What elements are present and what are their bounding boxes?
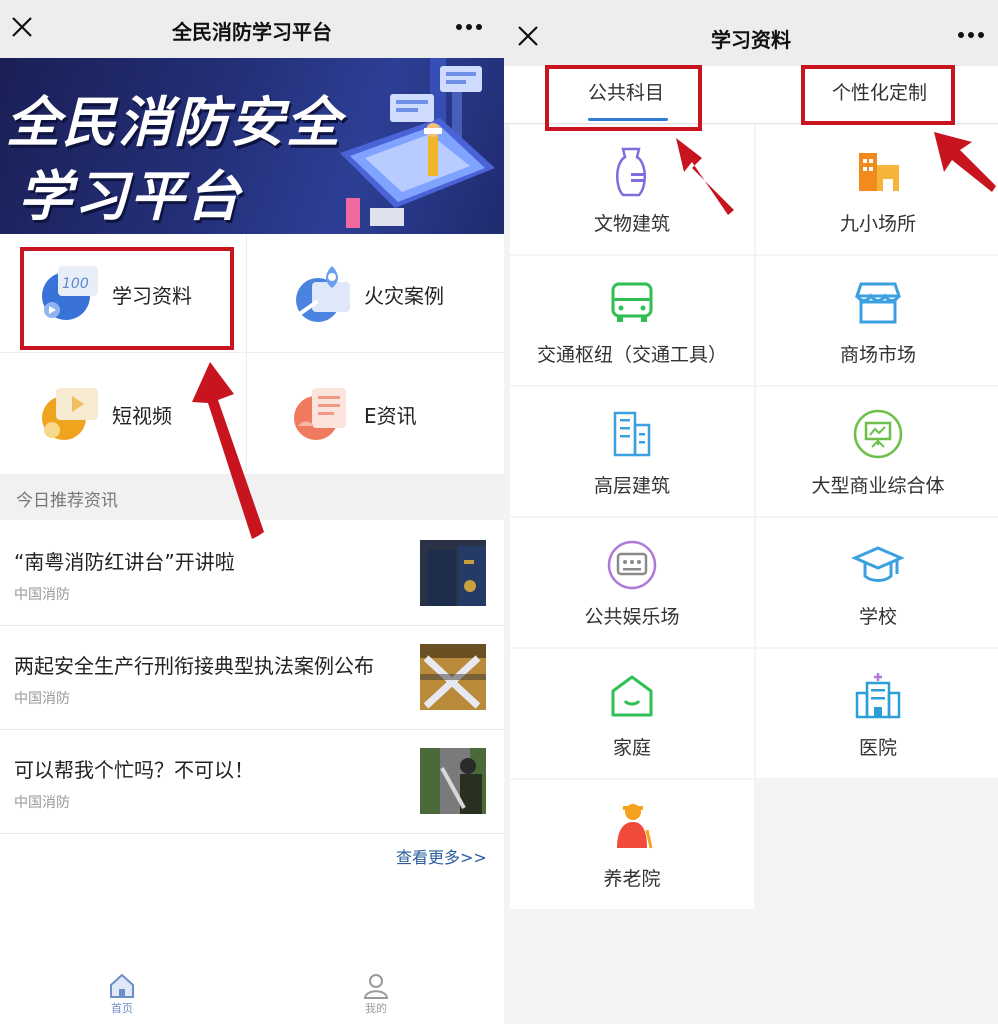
category-commercial-complex[interactable]: 大型商业综合体 — [756, 387, 998, 516]
entertainment-icon — [607, 540, 657, 590]
tab-mine[interactable]: 我的 — [346, 972, 406, 1022]
menu-item-study-materials[interactable]: 100 学习资料 — [0, 234, 246, 352]
category-school[interactable]: 学校 — [756, 518, 998, 647]
menu-label: 火灾案例 — [364, 284, 444, 308]
news-item[interactable]: 两起安全生产行刑衔接典型执法案例公布 中国消防 — [0, 626, 504, 730]
more-options-icon[interactable] — [958, 32, 986, 40]
news-source: 中国消防 — [14, 587, 70, 603]
category-label: 文物建筑 — [593, 213, 670, 235]
menu-item-e-news[interactable]: E资讯 — [252, 354, 498, 472]
hospital-icon — [855, 673, 901, 719]
category-cultural-relic-buildings[interactable]: 文物建筑 — [510, 125, 754, 254]
elderly-person-icon — [617, 804, 653, 849]
category-family[interactable]: 家庭 — [510, 649, 754, 778]
high-rise-icon — [613, 411, 651, 457]
small-shops-icon — [859, 153, 899, 191]
bottom-tab-bar: 首页 我的 — [0, 966, 504, 1024]
home-icon — [611, 675, 653, 717]
news-thumbnail-icon — [420, 540, 486, 606]
study-materials-icon: 100 — [42, 266, 98, 320]
category-label: 养老院 — [603, 868, 661, 890]
news-title: 两起安全生产行刑衔接典型执法案例公布 — [14, 654, 374, 678]
feature-menu: 100 学习资料 火灾案例 短视频 E资讯 — [0, 234, 504, 472]
presentation-icon — [853, 409, 903, 459]
category-high-rise[interactable]: 高层建筑 — [510, 387, 754, 516]
more-options-icon[interactable] — [456, 24, 484, 32]
menu-divider — [246, 234, 247, 472]
category-public-entertainment[interactable]: 公共娱乐场 — [510, 518, 754, 647]
home-tab-icon — [110, 973, 134, 998]
segment-tabs: 公共科目 个性化定制 — [504, 66, 998, 124]
category-nine-small-places[interactable]: 九小场所 — [756, 125, 998, 254]
category-label: 医院 — [858, 737, 897, 759]
category-transport-hub[interactable]: 交通枢纽（交通工具） — [510, 256, 754, 385]
fire-case-icon — [296, 266, 350, 322]
graduation-cap-icon — [851, 546, 905, 582]
page-title: 学习资料 — [711, 28, 791, 52]
banner-title-line2: 学习平台 — [18, 165, 242, 228]
promo-banner[interactable]: 全民消防安全 学习平台 — [0, 58, 504, 234]
category-label: 学校 — [858, 606, 897, 628]
section-title: 今日推荐资讯 — [16, 491, 118, 511]
top-bar: 全民消防学习平台 — [0, 0, 504, 58]
top-bar: 学习资料 — [504, 0, 998, 66]
category-label: 大型商业综合体 — [811, 475, 945, 497]
menu-item-short-videos[interactable]: 短视频 — [0, 354, 246, 472]
news-item[interactable]: 可以帮我个忙吗？不可以！ 中国消防 — [0, 730, 504, 834]
category-hospital[interactable]: 医院 — [756, 649, 998, 778]
tab-public-subjects[interactable]: 公共科目 — [588, 78, 664, 105]
view-more-link[interactable]: 查看更多>> — [396, 844, 487, 868]
vase-icon — [616, 147, 646, 197]
news-title: 可以帮我个忙吗？不可以！ — [14, 758, 254, 782]
news-title: “南粤消防红讲台”开讲啦 — [14, 550, 235, 574]
section-header: 今日推荐资讯 — [0, 474, 504, 520]
right-screen: 学习资料 公共科目 个性化定制 文物建筑 九小场所 交通枢纽（交通工具） 商场市… — [504, 0, 998, 1024]
left-screen: 全民消防学习平台 全民消防安全 学习平台 100 学习资料 火灾案例 短视频 E… — [0, 0, 504, 1024]
news-thumbnail-icon — [420, 644, 486, 710]
news-item[interactable]: “南粤消防红讲台”开讲啦 中国消防 — [0, 522, 504, 626]
user-tab-icon — [363, 974, 389, 999]
category-label: 高层建筑 — [593, 475, 670, 497]
e-news-icon — [294, 388, 346, 440]
menu-divider — [0, 352, 504, 353]
active-tab-indicator — [588, 118, 668, 121]
menu-label: E资讯 — [364, 404, 417, 428]
store-icon — [854, 282, 902, 324]
category-label: 家庭 — [612, 737, 651, 759]
category-nursing-home[interactable]: 养老院 — [510, 780, 754, 909]
tab-label: 首页 — [111, 1002, 133, 1015]
category-label: 公共娱乐场 — [584, 606, 680, 628]
news-source: 中国消防 — [14, 691, 70, 707]
news-source: 中国消防 — [14, 795, 70, 811]
menu-label: 学习资料 — [112, 284, 192, 308]
category-malls-markets[interactable]: 商场市场 — [756, 256, 998, 385]
banner-title-line1: 全民消防安全 — [6, 91, 342, 154]
app-title: 全民消防学习平台 — [172, 20, 332, 44]
phone-illustration-icon — [340, 58, 495, 228]
short-video-icon — [42, 388, 98, 440]
svg-text:100: 100 — [62, 276, 89, 292]
category-label: 商场市场 — [839, 344, 916, 366]
menu-label: 短视频 — [112, 404, 172, 428]
category-label: 交通枢纽（交通工具） — [536, 344, 727, 366]
category-label: 九小场所 — [839, 213, 916, 235]
tab-label: 我的 — [365, 1002, 387, 1015]
news-thumbnail-icon — [420, 748, 486, 814]
tab-home[interactable]: 首页 — [92, 972, 152, 1022]
tab-personalized[interactable]: 个性化定制 — [832, 78, 927, 105]
bus-icon — [611, 282, 653, 322]
menu-item-fire-cases[interactable]: 火灾案例 — [252, 234, 498, 352]
